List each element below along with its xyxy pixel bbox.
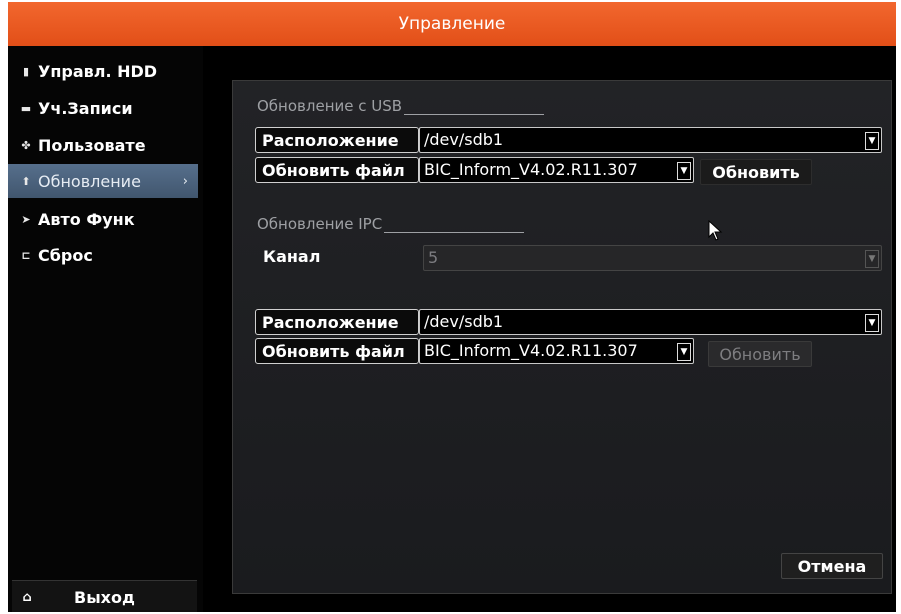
exit-button[interactable]: ⌂ Выход [12, 580, 197, 612]
home-icon: ⌂ [22, 589, 32, 605]
ipc-file-select[interactable]: BIC_Inform_V4.02.R11.307 ▼ [419, 338, 694, 364]
sidebar-item-label: Сброс [38, 245, 93, 265]
sidebar-item-records[interactable]: ▬ Уч.Записи [8, 91, 198, 125]
sidebar-item-update[interactable]: ⬆ Обновление › [8, 164, 198, 198]
usb-section-title: Обновление с USB [257, 97, 545, 115]
upload-icon: ⬆ [21, 174, 31, 188]
reset-icon: ⊏ [21, 248, 31, 262]
usb-update-button[interactable]: Обновить [700, 159, 812, 185]
usb-file-select[interactable]: BIC_Inform_V4.02.R11.307 ▼ [419, 157, 694, 183]
ipc-channel-value: 5 [428, 248, 439, 267]
usb-file-value: BIC_Inform_V4.02.R11.307 [424, 160, 638, 179]
usb-location-select[interactable]: /dev/sdb1 ▼ [419, 127, 882, 153]
chevron-down-icon: ▼ [865, 132, 879, 150]
sidebar-item-users[interactable]: ✤ Пользовате [8, 128, 198, 162]
dvr-screen: Управление ▮ Управл. HDD ▬ Уч.Записи ✤ П… [8, 2, 896, 612]
usb-location-value: /dev/sdb1 [424, 130, 504, 149]
sidebar-item-auto[interactable]: ➤ Авто Функ [8, 202, 198, 236]
ipc-section-title-text: Обновление IPC [257, 215, 383, 233]
chevron-down-icon: ▼ [865, 250, 879, 268]
hdd-icon: ▮ [22, 64, 30, 78]
exit-label: Выход [74, 587, 135, 607]
cancel-button[interactable]: Отмена [781, 553, 883, 579]
ipc-section-title: Обновление IPC [257, 215, 525, 233]
sidebar-item-label: Обновление [38, 171, 141, 191]
ipc-channel-label: Канал [263, 247, 321, 266]
usb-file-label: Обновить файл [255, 157, 419, 183]
auto-icon: ➤ [21, 212, 31, 226]
ipc-update-button[interactable]: Обновить [708, 341, 812, 367]
sidebar-item-label: Уч.Записи [38, 98, 133, 118]
sidebar-item-hdd[interactable]: ▮ Управл. HDD [8, 54, 198, 88]
folder-icon: ▬ [20, 101, 32, 115]
sidebar-item-label: Управл. HDD [38, 61, 158, 81]
mouse-cursor-icon [708, 220, 723, 241]
sidebar-item-label: Пользовате [38, 135, 146, 155]
sidebar-item-label: Авто Функ [38, 209, 135, 229]
update-panel: Обновление с USB Расположение /dev/sdb1 … [232, 80, 892, 594]
chevron-down-icon: ▼ [677, 343, 691, 361]
sidebar: ▮ Управл. HDD ▬ Уч.Записи ✤ Пользовате ⬆… [8, 46, 203, 612]
ipc-file-label: Обновить файл [255, 338, 419, 364]
usb-location-label: Расположение [255, 127, 419, 153]
users-icon: ✤ [21, 138, 31, 152]
ipc-channel-select[interactable]: 5 ▼ [423, 245, 882, 271]
window-title: Управление [8, 2, 896, 46]
sidebar-item-reset[interactable]: ⊏ Сброс [8, 238, 198, 272]
chevron-down-icon: ▼ [865, 314, 879, 332]
ipc-file-value: BIC_Inform_V4.02.R11.307 [424, 341, 638, 360]
ipc-location-value: /dev/sdb1 [424, 312, 504, 331]
chevron-down-icon: ▼ [677, 162, 691, 180]
usb-section-title-text: Обновление с USB [257, 97, 403, 115]
ipc-location-label: Расположение [255, 309, 419, 335]
chevron-right-icon: › [182, 173, 188, 189]
ipc-location-select[interactable]: /dev/sdb1 ▼ [419, 309, 882, 335]
